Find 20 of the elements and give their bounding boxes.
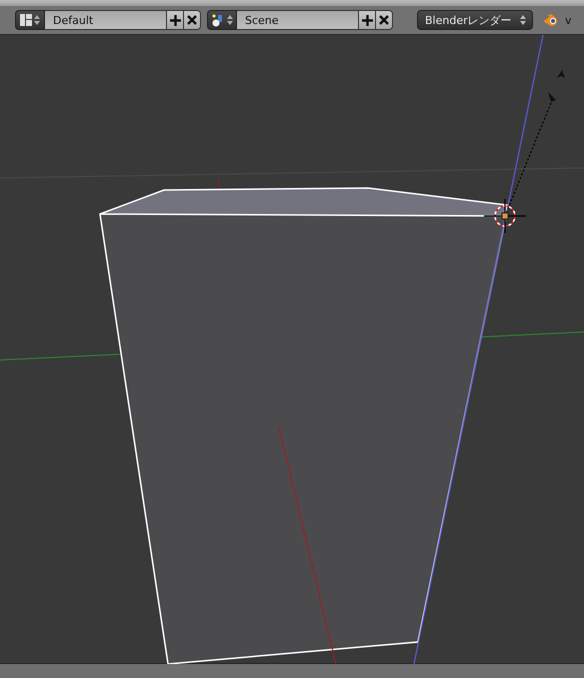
delete-layout-button[interactable]	[184, 10, 201, 30]
updown-arrows-icon	[520, 14, 526, 26]
add-layout-button[interactable]	[167, 10, 184, 30]
add-scene-button[interactable]	[359, 10, 376, 30]
delete-scene-button[interactable]	[376, 10, 393, 30]
add-icon	[362, 14, 372, 26]
version-label: v	[565, 14, 572, 26]
updown-arrows-icon	[34, 14, 40, 26]
scene-name-field[interactable]: Scene	[237, 10, 359, 30]
blender-logo-icon	[543, 14, 559, 26]
scene-icon	[212, 14, 224, 26]
close-icon	[187, 15, 197, 25]
scene-menu-button[interactable]	[207, 10, 237, 30]
layout-menu-button[interactable]	[15, 10, 45, 30]
add-icon	[170, 14, 180, 26]
layout-icon	[20, 14, 32, 26]
layout-name-field[interactable]: Default	[45, 10, 167, 30]
close-icon	[379, 15, 389, 25]
render-engine-dropdown[interactable]: Blenderレンダー	[417, 10, 533, 30]
updown-arrows-icon	[226, 14, 232, 26]
